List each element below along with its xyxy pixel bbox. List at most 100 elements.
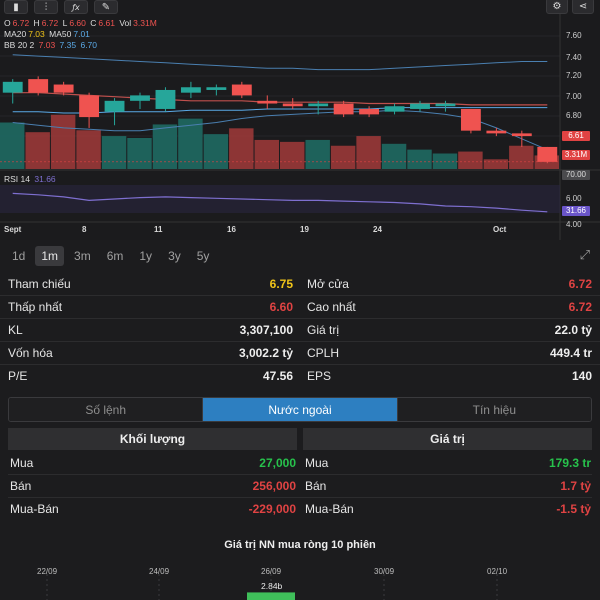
row-label: Bán — [10, 479, 32, 493]
row-value: -229,000 — [248, 502, 296, 516]
volume-bar — [50, 114, 76, 169]
stat-value: 140 — [571, 369, 592, 383]
stat-ref: Tham chiếu 6.75 — [8, 273, 293, 295]
value-header: Giá trị — [303, 428, 592, 450]
period-1d[interactable]: 1d — [6, 246, 31, 266]
net-date-tick: 02/10 — [487, 567, 508, 576]
period-6m[interactable]: 6m — [101, 246, 130, 266]
stock-detail-screen: ▮ ⫶ ƒx ✎ ⚙ ⋖ O 6.72 H 6.72 L 6.60 C 6.61 Vol… — [0, 0, 600, 600]
gear-icon[interactable]: ⚙ — [546, 0, 568, 14]
stat-label: KL — [8, 323, 23, 337]
period-1m[interactable]: 1m — [35, 246, 65, 266]
period-3m[interactable]: 3m — [68, 246, 97, 266]
price-chart[interactable]: ▮ ⫶ ƒx ✎ ⚙ ⋖ O 6.72 H 6.72 L 6.60 C 6.61 Vol… — [0, 0, 600, 240]
stat-cplh: CPLH 449.4 tr — [307, 342, 592, 364]
rsi-band — [0, 185, 560, 213]
net-foreign-chart-title: Giá trị NN mua ròng 10 phiên — [224, 539, 376, 551]
foreign-buy-value: Mua 179.3 tr — [305, 452, 591, 474]
volume-bar — [203, 134, 229, 169]
foreign-buy-volume: Mua 27,000 — [10, 452, 296, 474]
period-1y[interactable]: 1y — [133, 246, 158, 266]
bb-value-3: 6.70 — [80, 40, 98, 50]
volume-bar — [254, 139, 279, 169]
chart-toolbar-right: ⚙ ⋖ — [546, 0, 594, 14]
bb-value-2: 7.35 — [59, 40, 77, 50]
candle-body — [257, 100, 278, 104]
tab-tin-hieu[interactable]: Tín hiệu — [397, 398, 591, 421]
stat-value: 22.0 tỷ — [554, 323, 592, 337]
ohlc-l-value: 6.60 — [69, 18, 86, 28]
ohlc-c-value: 6.61 — [98, 18, 115, 28]
volume-bar — [76, 130, 101, 169]
net-date-tick: 30/09 — [374, 567, 395, 576]
candle-body — [231, 84, 252, 96]
candlestick-icon[interactable]: ▮ — [4, 0, 28, 14]
detail-tabs: Số lệnh Nước ngoài Tín hiệu — [8, 397, 592, 422]
candle-body — [333, 103, 354, 115]
foreign-net-value: Mua-Bán -1.5 tỷ — [305, 498, 591, 520]
volume-bar — [25, 132, 50, 169]
draw-icon[interactable]: ✎ — [94, 0, 118, 14]
volume-bar — [229, 128, 254, 169]
period-5y[interactable]: 5y — [191, 246, 216, 266]
date-tick: 24 — [373, 225, 382, 234]
stat-label: Cao nhất — [307, 300, 356, 314]
ma20-value: 7.03 — [28, 29, 45, 39]
price-tick: 7.40 — [566, 53, 582, 62]
row-label: Mua-Bán — [305, 502, 354, 516]
candle-body — [130, 95, 150, 101]
share-icon[interactable]: ⋖ — [572, 0, 594, 14]
row-value: 27,000 — [259, 456, 296, 470]
ma20-label: MA20 — [4, 29, 27, 39]
tab-so-lenh[interactable]: Số lệnh — [9, 398, 204, 421]
stat-cap: Vốn hóa 3,002.2 tỷ — [8, 342, 293, 364]
stat-low: Thấp nhất 6.60 — [8, 296, 293, 318]
chart-toolbar: ▮ ⫶ ƒx ✎ — [0, 0, 118, 14]
stat-gt: Giá trị 22.0 tỷ — [307, 319, 592, 341]
date-tick: 8 — [82, 225, 87, 234]
volume-bar — [432, 153, 458, 169]
ma50-label: MA50 — [49, 29, 72, 39]
stat-value: 3,307,100 — [239, 323, 293, 337]
date-tick: 11 — [154, 225, 163, 234]
stat-eps: EPS 140 — [307, 365, 592, 387]
volume-bar — [458, 151, 483, 169]
ohlc-l-label: L — [62, 18, 68, 28]
period-selector: 1d 1m 3m 6m 1y 3y 5y ⤢ — [0, 243, 600, 269]
candle-body — [79, 95, 100, 118]
candle-body — [511, 133, 532, 137]
candle-body — [155, 89, 176, 109]
candle-body — [53, 84, 74, 93]
rsi-label: RSI 14 — [4, 174, 30, 184]
candle-body — [180, 87, 201, 93]
price-tick: 7.00 — [566, 92, 582, 101]
bb-legend: BB 20 2 7.03 7.35 6.70 — [4, 40, 99, 50]
ohlc-o-value: 6.72 — [12, 18, 30, 28]
row-label: Bán — [305, 479, 327, 493]
row-label: Mua — [10, 456, 34, 470]
ohlc-legend: O 6.72 H 6.72 L 6.60 C 6.61 Vol 3.31M — [4, 18, 159, 28]
volume-bar — [407, 149, 432, 169]
period-3y[interactable]: 3y — [162, 246, 187, 266]
row-label: Mua — [305, 456, 329, 470]
fx-icon[interactable]: ƒx — [64, 0, 88, 14]
price-tick: 7.60 — [566, 31, 582, 40]
indicator-icon[interactable]: ⫶ — [34, 0, 58, 14]
tab-nuoc-ngoai[interactable]: Nước ngoài — [203, 398, 398, 421]
stat-label: Tham chiếu — [8, 277, 71, 291]
date-tick: 16 — [227, 225, 236, 234]
volume-bar — [127, 138, 152, 169]
volume-header: Khối lượng — [8, 428, 297, 450]
volume-badge: 3.31M — [562, 150, 590, 160]
stat-label: CPLH — [307, 346, 340, 360]
candle-body — [206, 87, 227, 90]
net-date-tick: 22/09 — [37, 567, 58, 576]
row-value: 1.7 tỷ — [560, 479, 591, 493]
volume-bar — [280, 141, 305, 169]
foreign-net-volume: Mua-Bán -229,000 — [10, 498, 296, 520]
date-tick: 19 — [300, 225, 309, 234]
candle-body — [28, 79, 49, 93]
expand-icon[interactable]: ⤢ — [580, 248, 590, 263]
stat-value: 6.75 — [269, 277, 293, 291]
rsi-tick: 4.00 — [566, 220, 582, 229]
